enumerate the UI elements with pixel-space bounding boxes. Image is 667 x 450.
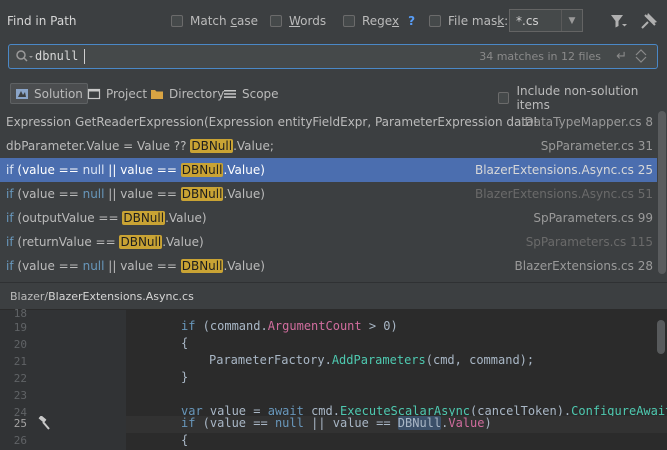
match-case-label: Match case bbox=[190, 14, 259, 28]
chevron-down-icon[interactable]: ▼ bbox=[561, 10, 582, 31]
scope-project-button[interactable]: Project bbox=[83, 83, 151, 104]
search-input[interactable] bbox=[35, 48, 235, 64]
editor-scrollbar[interactable] bbox=[657, 320, 665, 354]
result-file: BlazerExtensions.cs 28 bbox=[514, 259, 653, 273]
results-list: Expression GetReaderExpression(Expressio… bbox=[0, 110, 657, 278]
search-icon[interactable] bbox=[15, 49, 35, 65]
file-mask-checkbox[interactable] bbox=[429, 15, 441, 27]
result-row[interactable]: if (value == null || value == DBNull.Val… bbox=[0, 254, 657, 278]
text-caret bbox=[84, 49, 85, 64]
file-path-bar: Blazer/BlazerExtensions.Async.cs bbox=[0, 282, 667, 310]
file-mask-label: File mask: bbox=[448, 14, 509, 28]
file-mask-option[interactable]: File mask: bbox=[429, 12, 508, 30]
result-row[interactable]: if (outputValue == DBNull.Value) SpParam… bbox=[0, 206, 657, 230]
dialog-title: Find in Path bbox=[7, 14, 77, 28]
match-highlight: DBNull bbox=[180, 163, 224, 177]
regex-checkbox[interactable] bbox=[343, 15, 355, 27]
match-highlight: DBNull bbox=[119, 235, 163, 249]
line-number: 20 bbox=[13, 338, 27, 351]
expand-icon[interactable] bbox=[634, 49, 648, 63]
scope-solution-button[interactable]: Solution bbox=[10, 83, 88, 104]
code-preview[interactable]: 18 19 20 21 22 23 24 25 26 if (command.A… bbox=[0, 307, 667, 450]
result-row[interactable]: if (value == null || value == DBNull.Val… bbox=[0, 182, 657, 206]
match-highlight: DBNull bbox=[190, 139, 234, 153]
line-number: 22 bbox=[13, 372, 27, 385]
result-text: Expression GetReaderExpression(Expressio… bbox=[6, 115, 536, 129]
scope-directory-label: Directory bbox=[169, 86, 225, 101]
result-file: SpParameters.cs 115 bbox=[525, 235, 653, 249]
result-text: if (value == null || value == DBNull.Val… bbox=[6, 163, 265, 177]
code-line: { bbox=[181, 336, 189, 350]
regex-help-icon[interactable]: ? bbox=[408, 14, 415, 28]
line-number: 26 bbox=[13, 434, 27, 447]
match-highlight: DBNull bbox=[180, 187, 224, 201]
line-number: 19 bbox=[13, 321, 27, 334]
scope-scope-label: Scope bbox=[242, 86, 279, 101]
list-icon bbox=[224, 89, 236, 98]
results-scrollbar[interactable] bbox=[658, 111, 666, 274]
project-icon bbox=[87, 88, 101, 99]
hammer-icon[interactable] bbox=[37, 416, 51, 430]
file-mask-value: *.cs bbox=[516, 14, 539, 28]
result-row[interactable]: dbParameter.Value = Value ?? DBNull.Valu… bbox=[0, 134, 657, 158]
result-file: IDataTypeMapper.cs 8 bbox=[520, 115, 653, 129]
code-line: } bbox=[181, 370, 189, 384]
file-path: Blazer/BlazerExtensions.Async.cs bbox=[10, 290, 194, 303]
include-non-solution-option[interactable]: Include non-solution items bbox=[498, 84, 667, 112]
line-number: 21 bbox=[13, 355, 27, 368]
match-count: 34 matches in 12 files bbox=[479, 50, 601, 63]
words-option[interactable]: Words bbox=[270, 12, 326, 30]
filter-icon[interactable] bbox=[609, 12, 627, 30]
code-line: { bbox=[181, 433, 189, 447]
scope-scope-button[interactable]: Scope bbox=[219, 83, 283, 104]
result-row[interactable]: if (returnValue == DBNull.Value) SpParam… bbox=[0, 230, 657, 254]
line-number: 18 bbox=[13, 307, 27, 320]
result-file: BlazerExtensions.Async.cs 25 bbox=[474, 163, 653, 177]
scope-solution-label: Solution bbox=[34, 86, 83, 101]
match-case-option[interactable]: Match case bbox=[171, 12, 258, 30]
result-text: if (outputValue == DBNull.Value) bbox=[6, 211, 207, 225]
code-line: if (command.ArgumentCount > 0) bbox=[181, 319, 398, 333]
regex-option[interactable]: Regex ? bbox=[343, 12, 415, 30]
result-text: if (value == null || value == DBNull.Val… bbox=[6, 259, 265, 273]
result-row[interactable]: Expression GetReaderExpression(Expressio… bbox=[0, 110, 657, 134]
pin-icon[interactable] bbox=[640, 12, 658, 30]
match-highlight: DBNull bbox=[122, 211, 166, 225]
result-file: BlazerExtensions.Async.cs 51 bbox=[474, 187, 653, 201]
match-highlight: DBNull bbox=[180, 259, 224, 273]
folder-icon bbox=[151, 89, 163, 99]
enter-icon[interactable]: ↵ bbox=[616, 49, 627, 64]
words-checkbox[interactable] bbox=[270, 15, 282, 27]
include-non-solution-label: Include non-solution items bbox=[516, 84, 639, 112]
match-case-checkbox[interactable] bbox=[171, 15, 183, 27]
file-mask-dropdown[interactable]: *.cs ▼ bbox=[509, 9, 583, 32]
result-row-selected[interactable]: if (value == null || value == DBNull.Val… bbox=[0, 158, 657, 182]
line-number-current: 25 bbox=[13, 417, 27, 430]
code-line-current: if (value == null || value == DBNull.Val… bbox=[126, 416, 667, 433]
scope-project-label: Project bbox=[106, 86, 148, 101]
search-field[interactable]: 34 matches in 12 files ↵ bbox=[8, 44, 658, 69]
solution-icon bbox=[16, 88, 28, 99]
result-file: SpParameters.cs 99 bbox=[533, 211, 653, 225]
result-text: if (value == null || value == DBNull.Val… bbox=[6, 187, 265, 201]
code-match-highlight: DBNull bbox=[397, 416, 442, 430]
result-text: if (returnValue == DBNull.Value) bbox=[6, 235, 204, 249]
words-label: Words bbox=[289, 14, 327, 28]
include-non-solution-checkbox[interactable] bbox=[498, 92, 510, 104]
result-file: SpParameter.cs 31 bbox=[540, 139, 653, 153]
result-text: dbParameter.Value = Value ?? DBNull.Valu… bbox=[6, 139, 274, 153]
line-number: 23 bbox=[13, 389, 27, 402]
scope-directory-button[interactable]: Directory bbox=[146, 83, 228, 104]
code-line: ParameterFactory.AddParameters(cmd, comm… bbox=[209, 353, 535, 367]
regex-label: Regex bbox=[362, 14, 400, 28]
dialog-header: Find in Path Match case Words Regex ? Fi… bbox=[0, 0, 667, 42]
